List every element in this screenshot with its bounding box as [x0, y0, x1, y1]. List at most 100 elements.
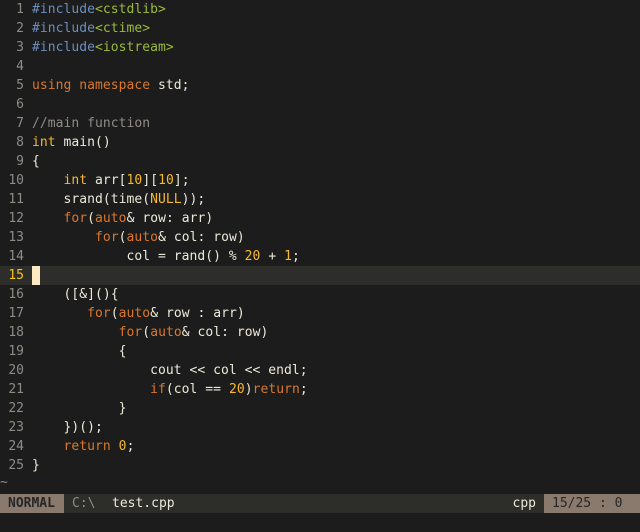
code-token: ));	[181, 192, 206, 207]
code-token: ;	[291, 249, 300, 264]
code-line[interactable]: 20 cout << col << endl;	[0, 361, 640, 380]
code-line[interactable]: 1 #include<cstdlib>	[0, 0, 640, 19]
code-token: for	[87, 306, 111, 321]
code-line[interactable]: 6	[0, 95, 640, 114]
code-token: if	[150, 382, 166, 397]
code-token: (col ==	[165, 382, 229, 397]
code-token: auto	[118, 306, 151, 321]
line-number: 10	[8, 173, 24, 188]
line-number: 3	[16, 40, 24, 55]
code-line[interactable]: 9{	[0, 152, 640, 171]
line-content	[32, 57, 640, 76]
text-cursor	[32, 266, 40, 285]
code-line[interactable]: 5 using namespace std;	[0, 76, 640, 95]
code-token: srand(time(	[32, 192, 151, 207]
code-token: return	[252, 382, 300, 397]
code-line[interactable]: 2 #include<ctime>	[0, 19, 640, 38]
code-line[interactable]: 13 for(auto& col: row)	[0, 228, 640, 247]
line-number: 9	[16, 154, 24, 169]
code-line[interactable]: 15	[0, 266, 640, 285]
code-token: auto	[95, 211, 127, 226]
code-token: std;	[150, 78, 190, 93]
code-token: for	[95, 230, 119, 245]
code-token: )	[244, 382, 253, 397]
code-token: }	[32, 401, 127, 416]
line-content: ([&](){	[32, 285, 640, 304]
line-content: })();	[32, 418, 640, 437]
code-token: {	[32, 344, 127, 359]
code-token: {	[32, 154, 40, 169]
code-token: for	[63, 211, 88, 226]
code-line[interactable]: 10 int arr[10][10];	[0, 171, 640, 190]
code-token: })();	[32, 420, 103, 435]
line-content: for(auto& row : arr)	[32, 304, 640, 323]
code-token: //main function	[32, 116, 151, 131]
code-token: return	[63, 439, 111, 454]
code-line[interactable]: 17 for(auto& row : arr)	[0, 304, 640, 323]
line-content: for(auto& col: row)	[32, 323, 640, 342]
code-token: ];	[173, 173, 190, 188]
code-token: 10	[126, 173, 143, 188]
line-content	[32, 266, 640, 285]
line-content: #include<cstdlib>	[32, 0, 640, 19]
line-content: col = rand() % 20 + 1;	[32, 247, 640, 266]
code-token: using namespace	[32, 78, 151, 93]
line-content: }	[32, 399, 640, 418]
line-content: for(auto& col: row)	[32, 228, 640, 247]
editor-buffer[interactable]: 1 #include<cstdlib> 2 #include<ctime> 3 #incl…	[0, 0, 640, 475]
mode-indicator: NORMAL	[0, 494, 64, 513]
code-token: #include	[32, 21, 96, 36]
line-content: for(auto& row: arr)	[32, 209, 640, 228]
code-line[interactable]: 3 #include<iostream>	[0, 38, 640, 57]
code-line[interactable]: 21 if(col == 20)return;	[0, 380, 640, 399]
code-line[interactable]: 16 ([&](){	[0, 285, 640, 304]
code-token: <ctime>	[95, 21, 151, 36]
line-content	[32, 95, 640, 114]
code-token: auto	[150, 325, 182, 340]
line-content: return 0;	[32, 437, 640, 456]
code-token: col = rand() %	[32, 249, 245, 264]
line-number: 16	[8, 287, 24, 302]
code-token: ;	[126, 439, 135, 454]
code-line[interactable]: 7 //main function	[0, 114, 640, 133]
code-token: cout << col << endl;	[32, 363, 308, 378]
line-number: 12	[8, 211, 24, 226]
code-token: #include	[32, 40, 96, 55]
code-line[interactable]: 8 int main()	[0, 133, 640, 152]
code-token: & col: row)	[181, 325, 269, 340]
line-content: srand(time(NULL));	[32, 190, 640, 209]
code-token: 20	[228, 382, 245, 397]
code-token: }	[32, 458, 40, 473]
line-number: 1	[16, 2, 24, 17]
line-content: cout << col << endl;	[32, 361, 640, 380]
code-line[interactable]: 14 col = rand() % 20 + 1;	[0, 247, 640, 266]
code-line[interactable]: 12 for(auto& row: arr)	[0, 209, 640, 228]
line-number: 18	[8, 325, 24, 340]
code-line[interactable]: 4	[0, 57, 640, 76]
status-bar: NORMAL C:\ test.cpp cpp 15/25 : 0	[0, 494, 640, 513]
code-line[interactable]: 18 for(auto& col: row)	[0, 323, 640, 342]
code-line[interactable]: 24 return 0;	[0, 437, 640, 456]
line-number: 15	[8, 268, 24, 283]
code-line[interactable]: 25}	[0, 456, 640, 475]
code-token: ][	[142, 173, 159, 188]
line-number: 13	[8, 230, 24, 245]
line-number: 20	[8, 363, 24, 378]
code-line[interactable]: 23 })();	[0, 418, 640, 437]
line-content: int arr[10][10];	[32, 171, 640, 190]
line-content: using namespace std;	[32, 76, 640, 95]
code-token: <cstdlib>	[95, 2, 166, 17]
line-number: 23	[8, 420, 24, 435]
line-number: 7	[16, 116, 24, 131]
line-content: {	[32, 152, 640, 171]
line-content: #include<iostream>	[32, 38, 640, 57]
code-line[interactable]: 19 {	[0, 342, 640, 361]
code-line[interactable]: 22 }	[0, 399, 640, 418]
code-line[interactable]: 11 srand(time(NULL));	[0, 190, 640, 209]
line-number: 22	[8, 401, 24, 416]
file-type: cpp	[512, 496, 536, 511]
line-number: 2	[16, 21, 24, 36]
